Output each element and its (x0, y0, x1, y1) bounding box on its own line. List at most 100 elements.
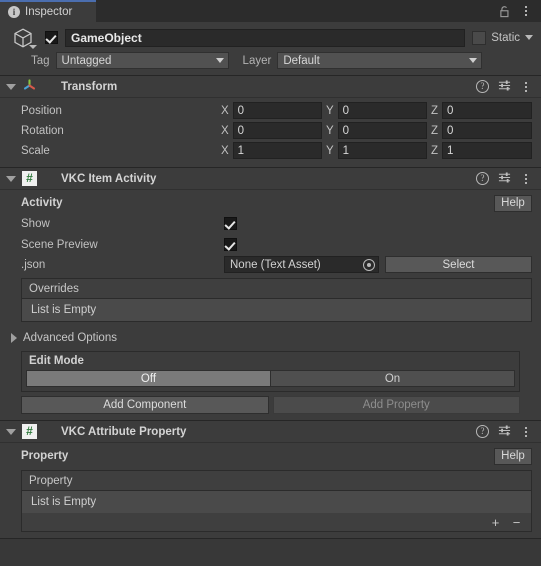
position-z-value: 0 (447, 104, 454, 117)
position-y-value: 0 (342, 104, 350, 117)
add-property-item-button[interactable]: + (485, 515, 506, 530)
axis-z-label: Z (431, 104, 439, 117)
help-icon[interactable]: ? (476, 80, 489, 93)
vkc-item-activity-foldout-triangle-icon[interactable] (6, 175, 16, 182)
info-icon: i (8, 6, 20, 18)
position-z: Z 0 (431, 102, 532, 119)
position-y-input[interactable]: 0 (337, 102, 427, 119)
property-list-header[interactable]: Property (22, 471, 531, 491)
edit-mode-on-button[interactable]: On (271, 370, 515, 387)
axis-y-label: Y (326, 144, 334, 157)
layer-dropdown[interactable]: Default (277, 52, 483, 69)
rotation-vector3: X 0 Y 0 Z 0 (221, 122, 532, 139)
vkc-item-activity-kebab-menu-icon[interactable] (520, 172, 532, 186)
add-component-button[interactable]: Add Component (21, 396, 269, 414)
json-object-field[interactable]: None (Text Asset) (224, 256, 379, 273)
transform-title: Transform (61, 80, 118, 93)
property-section-header: Property Help (9, 446, 532, 466)
vkc-attribute-property-foldout-triangle-icon[interactable] (6, 428, 16, 435)
property-help-button[interactable]: Help (494, 447, 532, 465)
script-icon: # (22, 424, 37, 439)
tag-dropdown[interactable]: Untagged (55, 52, 229, 69)
tag-chevron-down-icon (215, 58, 224, 63)
axis-x-label: X (221, 144, 229, 157)
gameobject-name-input[interactable]: GameObject (65, 28, 466, 47)
cube-icon[interactable] (8, 27, 38, 49)
component-transform: Transform ? Position X 0 Y 0 Z 0 Rotatio… (0, 76, 541, 168)
static-toggle-group: Static (472, 30, 533, 45)
preset-icon[interactable] (498, 79, 511, 95)
edit-mode-off-button[interactable]: Off (26, 370, 271, 387)
object-picker-icon[interactable] (363, 258, 375, 271)
scene-preview-checkbox[interactable] (224, 238, 237, 251)
axis-z-label: Z (431, 144, 439, 157)
kebab-menu-icon[interactable] (520, 4, 532, 18)
show-checkbox[interactable] (224, 217, 237, 230)
tab-inspector[interactable]: i Inspector (0, 0, 96, 22)
property-list: Property List is Empty + − (21, 470, 532, 532)
vkc-attribute-property-kebab-menu-icon[interactable] (520, 425, 532, 439)
position-x-input[interactable]: 0 (232, 102, 322, 119)
transform-header[interactable]: Transform ? (0, 76, 541, 98)
json-select-button[interactable]: Select (385, 256, 532, 273)
json-row: .json None (Text Asset) Select (9, 255, 532, 274)
scale-z: Z 1 (431, 142, 532, 159)
transform-foldout-triangle-icon[interactable] (6, 83, 16, 90)
edit-mode-label: Edit Mode (29, 355, 84, 367)
preset-icon[interactable] (498, 171, 511, 187)
edit-mode-box: Edit Mode Off On (21, 351, 520, 392)
vkc-attribute-property-header[interactable]: # VKC Attribute Property ? (0, 421, 541, 443)
rotation-z-input[interactable]: 0 (442, 122, 532, 139)
position-y: Y 0 (326, 102, 427, 119)
vkc-item-activity-header-icons: ? (476, 171, 532, 187)
rotation-y: Y 0 (326, 122, 427, 139)
tabbar-empty-area (96, 0, 498, 22)
gameobject-enabled-checkbox[interactable] (45, 31, 58, 44)
scale-x-value: 1 (237, 144, 245, 157)
transform-axis-icon (22, 78, 37, 96)
static-chevron-down-icon[interactable] (525, 35, 533, 40)
preset-icon[interactable] (498, 424, 511, 440)
help-icon[interactable]: ? (476, 172, 489, 185)
scale-y-input[interactable]: 1 (337, 142, 427, 159)
remove-property-item-button[interactable]: − (506, 515, 527, 530)
static-checkbox[interactable] (472, 30, 487, 45)
transform-kebab-menu-icon[interactable] (520, 80, 532, 94)
show-label: Show (21, 217, 50, 230)
advanced-options-label: Advanced Options (23, 332, 117, 344)
activity-help-button[interactable]: Help (494, 194, 532, 212)
help-icon[interactable]: ? (476, 425, 489, 438)
advanced-options-foldout-triangle-icon[interactable] (11, 333, 17, 343)
scale-x-input[interactable]: 1 (232, 142, 322, 159)
overrides-list-header[interactable]: Overrides (22, 279, 531, 299)
inspector-tabbar: i Inspector (0, 0, 541, 22)
property-section-title: Property (21, 450, 69, 462)
scale-z-input[interactable]: 1 (442, 142, 532, 159)
layer-label: Layer (242, 54, 272, 67)
scale-y-value: 1 (342, 144, 350, 157)
rotation-x-input[interactable]: 0 (232, 122, 322, 139)
overrides-list: Overrides List is Empty (21, 278, 532, 322)
position-z-input[interactable]: 0 (442, 102, 532, 119)
scale-label: Scale (21, 144, 50, 157)
activity-action-buttons: Add Component Add Property (21, 396, 520, 414)
tag-layer-row: Tag Untagged Layer Default (8, 52, 533, 69)
vkc-item-activity-header[interactable]: # VKC Item Activity ? (0, 168, 541, 190)
transform-row-position: Position X 0 Y 0 Z 0 (9, 101, 532, 120)
advanced-options-foldout[interactable]: Advanced Options (9, 328, 532, 348)
scale-x: X 1 (221, 142, 322, 159)
transform-row-rotation: Rotation X 0 Y 0 Z 0 (9, 121, 532, 140)
script-icon: # (22, 171, 37, 186)
transform-body: Position X 0 Y 0 Z 0 Rotation X 0 Y 0 Z … (0, 98, 541, 167)
component-vkc-item-activity: # VKC Item Activity ? Activity Help Show (0, 168, 541, 421)
position-vector3: X 0 Y 0 Z 0 (221, 102, 532, 119)
scale-z-value: 1 (447, 144, 454, 157)
rotation-y-value: 0 (342, 124, 350, 137)
property-list-footer: + − (22, 513, 531, 531)
lock-icon[interactable] (498, 5, 511, 18)
show-row: Show (9, 213, 532, 234)
tabbar-controls (498, 0, 541, 22)
tab-inspector-label: Inspector (25, 6, 73, 18)
cube-dropdown-caret-icon[interactable] (29, 44, 37, 49)
rotation-y-input[interactable]: 0 (337, 122, 427, 139)
